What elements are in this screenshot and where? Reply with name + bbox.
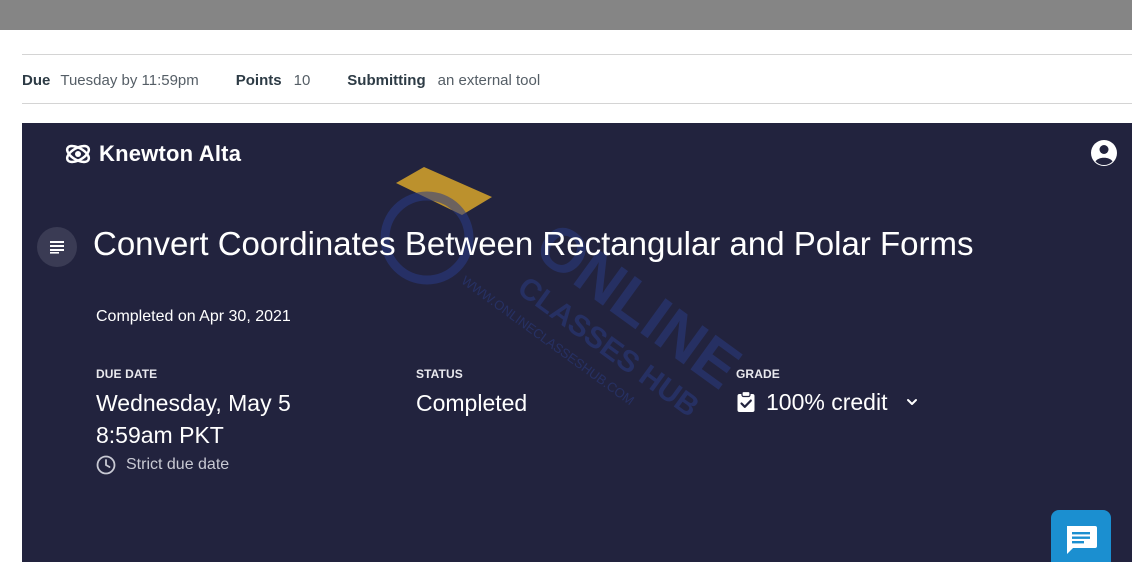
user-account-icon[interactable] [1090,139,1118,167]
due-date-label: DUE DATE [96,367,158,381]
assignment-title: Convert Coordinates Between Rectangular … [93,225,974,262]
chat-button[interactable] [1051,510,1111,562]
strict-due-date-text: Strict due date [126,456,230,473]
brand-logo-icon [65,144,91,164]
assignment-details: Due Tuesday by 11:59pm Points 10 Submitt… [22,70,540,90]
submitting-label: Submitting [347,71,426,89]
browser-top-bar [0,0,1132,30]
chat-icon [1067,526,1097,554]
points-value: 10 [293,71,311,89]
brand-name: Knewton Alta [99,141,242,166]
table-of-contents-button[interactable] [37,227,77,267]
grade-section: GRADE 100% credit [736,367,919,418]
due-date-day: Wednesday, May 5 [96,390,291,416]
grade-value: 100% credit [766,389,888,415]
external-tool-frame: ONLINE CLASSES HUB WWW.ONLINECLASSESHUB.… [22,123,1132,562]
clock-icon [96,455,116,475]
due-value: Tuesday by 11:59pm [60,71,199,89]
grade-dropdown[interactable]: 100% credit [736,386,919,418]
due-date-section: DUE DATE Wednesday, May 5 8:59am PKT Str… [96,367,291,475]
list-icon [50,241,64,254]
points-label: Points [235,71,282,89]
divider-bottom [22,103,1132,104]
due-date-time: 8:59am PKT [96,422,224,448]
submitting-value: an external tool [437,71,541,89]
grade-label: GRADE [736,367,780,381]
status-section: STATUS Completed [416,367,527,419]
status-label: STATUS [416,367,463,381]
brand-logo[interactable]: Knewton Alta [63,139,241,169]
status-value: Completed [416,390,528,416]
divider-top [22,54,1132,55]
watermark-logo-icon: ONLINE CLASSES HUB WWW.ONLINECLASSESHUB.… [380,167,753,424]
clipboard-check-icon [737,391,755,412]
due-label: Due [22,71,51,89]
svg-text:CLASSES HUB: CLASSES HUB [512,271,705,424]
completed-date: Completed on Apr 30, 2021 [96,308,291,325]
strict-due-date: Strict due date [96,455,291,475]
chevron-down-icon[interactable] [905,395,919,409]
